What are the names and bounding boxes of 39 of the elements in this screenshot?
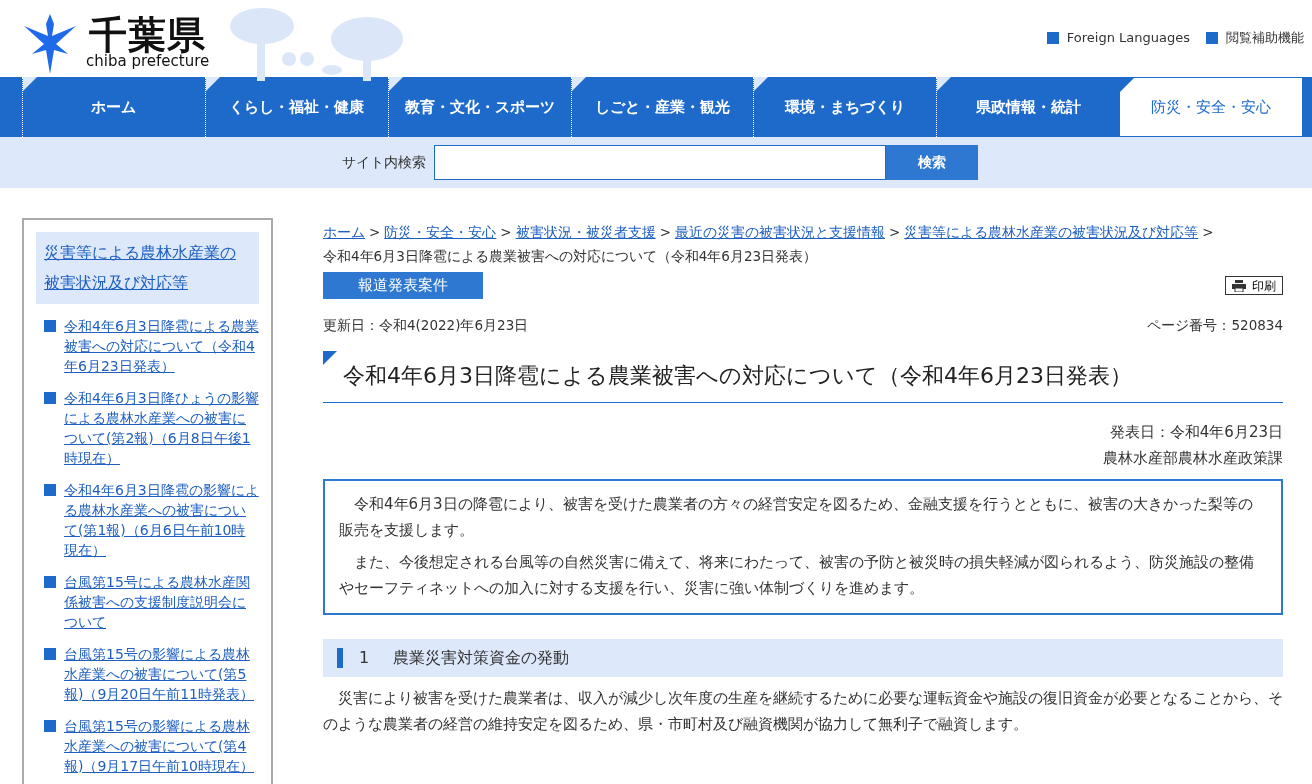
print-button[interactable]: 印刷: [1225, 276, 1283, 295]
summary-paragraph: また、今後想定される台風等の自然災害に備えて、将来にわたって、被害の予防と被災時の損失軽減が図られるよう、防災施設の整備やセーフティネットへの加入に対する支援を行い、災害に強い体制づくりを進めます。: [339, 551, 1255, 599]
search-field[interactable]: [434, 145, 886, 180]
breadcrumb-link[interactable]: 防災・安全・安心: [384, 224, 497, 240]
nav-tab[interactable]: 防災・安全・安心: [1119, 77, 1303, 137]
breadcrumb-link[interactable]: 災害等による農林水産業の被害状況及び対応等: [904, 224, 1199, 240]
sidebar-link[interactable]: 令和4年6月3日降雹の影響による農林水産業への被害について(第1報)（6月6日午前10時現在）: [64, 480, 259, 560]
summary-paragraph: 令和4年6月3日の降雹により、被害を受けた農業者の方々の経営安定を図るため、金融支援を行うとともに、被害の大きかった梨等の販売を支援します。: [339, 493, 1254, 541]
utility-link[interactable]: Foreign Languages: [1046, 28, 1190, 48]
heading-marker-icon: [337, 647, 343, 668]
breadcrumb-current: 令和4年6月3日降雹による農業被害への対応について（令和4年6月23日発表）: [323, 247, 818, 266]
breadcrumb-separator: >: [1202, 224, 1214, 240]
breadcrumb-link[interactable]: 被害状況・被災者支援: [515, 224, 656, 240]
breadcrumb-separator: >: [659, 224, 671, 240]
logo-subtitle: chiba prefecture: [86, 54, 210, 69]
utility-link[interactable]: 閲覧補助機能: [1206, 28, 1304, 48]
section-number: 1: [359, 646, 370, 669]
department: 農林水産部農林水産政策課: [1102, 447, 1283, 469]
breadcrumb-link[interactable]: 最近の災害の被害状況と支援情報: [674, 224, 885, 240]
breadcrumb-separator: >: [369, 224, 381, 240]
section-paragraph: 災害により被害を受けた農業者は、収入が減少し次年度の生産を継続するために必要な運転資金や施設の復旧資金が必要となることから、そのような農業者の経営の維持安定を図るため、県・市町村及び融資機関が協力して無利子で融資します。: [323, 687, 1283, 735]
search-label: サイト内検索: [342, 153, 426, 172]
sidebar-link[interactable]: 令和4年6月3日降ひょうの影響による農林水産業への被害について(第2報)（6月8日午後1時現在）: [64, 388, 259, 468]
logo-title[interactable]: 千葉県: [89, 16, 207, 54]
breadcrumb-separator: >: [888, 224, 901, 240]
page-title: 令和4年6月3日降雹による農業被害への対応について（令和4年6月23日発表）: [323, 351, 1283, 403]
printer-icon: [1232, 279, 1246, 292]
sidebar-link[interactable]: 台風第15号の影響による農林水産業への被害について(第4報)（9月17日午前10時現在）: [64, 716, 259, 776]
search-button[interactable]: 検索: [886, 145, 978, 180]
category-tag: 報道発表案件: [323, 272, 483, 299]
breadcrumb-link[interactable]: ホーム: [323, 224, 365, 240]
sidebar-link[interactable]: 台風第15号の影響による農林水産業への被害について(第5報)（9月20日午前11時発表）: [64, 644, 259, 704]
section-heading: 農業災害対策資金の発動: [393, 646, 570, 669]
breadcrumb-separator: >: [500, 224, 512, 240]
page-number: ページ番号：520834: [1147, 316, 1283, 335]
sidebar-link[interactable]: 台風第15号による農林水産関係被害への支援制度説明会について: [64, 572, 259, 632]
sidebar-link[interactable]: 令和4年6月3日降雹による農業被害への対応について（令和4年6月23日発表）: [64, 316, 259, 376]
announce-date: 発表日：令和4年6月23日: [1108, 421, 1283, 443]
updated-date: 更新日：令和4(2022)年6月23日: [323, 316, 529, 335]
